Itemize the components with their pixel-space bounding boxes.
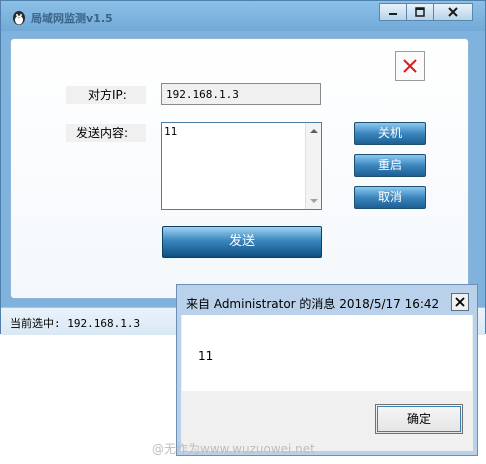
content-label: 发送内容: — [66, 124, 146, 142]
minimize-icon — [389, 13, 397, 15]
dialog-title: 来自 Administrator 的消息 2018/5/17 16:42 — [186, 297, 440, 311]
watermark: @无作为www.wuzuowei.net — [152, 442, 315, 456]
send-button[interactable]: 发送 — [162, 226, 322, 258]
close-x-button[interactable] — [395, 51, 425, 81]
status-text: 当前选中: 192.168.1.3 — [10, 317, 141, 330]
ip-label: 对方IP: — [66, 86, 146, 104]
dialog-title-bar[interactable]: 来自 Administrator 的消息 2018/5/17 16:42 — [181, 289, 475, 315]
close-icon — [455, 297, 465, 307]
scroll-down-icon[interactable] — [310, 199, 318, 203]
maximize-icon — [415, 7, 425, 17]
minimize-button[interactable] — [379, 3, 407, 21]
dialog-message: 11 — [198, 349, 214, 363]
dialog-body: 11 — [182, 315, 472, 391]
message-dialog: 来自 Administrator 的消息 2018/5/17 16:42 11 … — [176, 284, 478, 456]
cancel-button[interactable]: 取消 — [354, 186, 426, 209]
title-bar[interactable]: 局域网监测v1.5 — [1, 1, 485, 31]
app-icon — [13, 11, 25, 25]
restart-button[interactable]: 重启 — [354, 154, 426, 177]
dialog-close-button[interactable] — [451, 293, 469, 311]
scroll-up-icon[interactable] — [310, 129, 318, 133]
maximize-button[interactable] — [406, 3, 434, 21]
content-textarea[interactable]: 11 — [161, 122, 322, 210]
close-icon — [448, 7, 458, 17]
ok-button[interactable]: 确定 — [375, 404, 463, 434]
red-x-icon — [403, 59, 417, 73]
caption-buttons — [379, 3, 473, 21]
window-title: 局域网监测v1.5 — [31, 12, 113, 25]
content-text: 11 — [164, 125, 178, 138]
shutdown-button[interactable]: 关机 — [354, 122, 426, 145]
ip-field[interactable]: 192.168.1.3 — [161, 83, 321, 105]
vertical-scrollbar[interactable] — [305, 123, 321, 209]
window-close-button[interactable] — [433, 3, 473, 21]
